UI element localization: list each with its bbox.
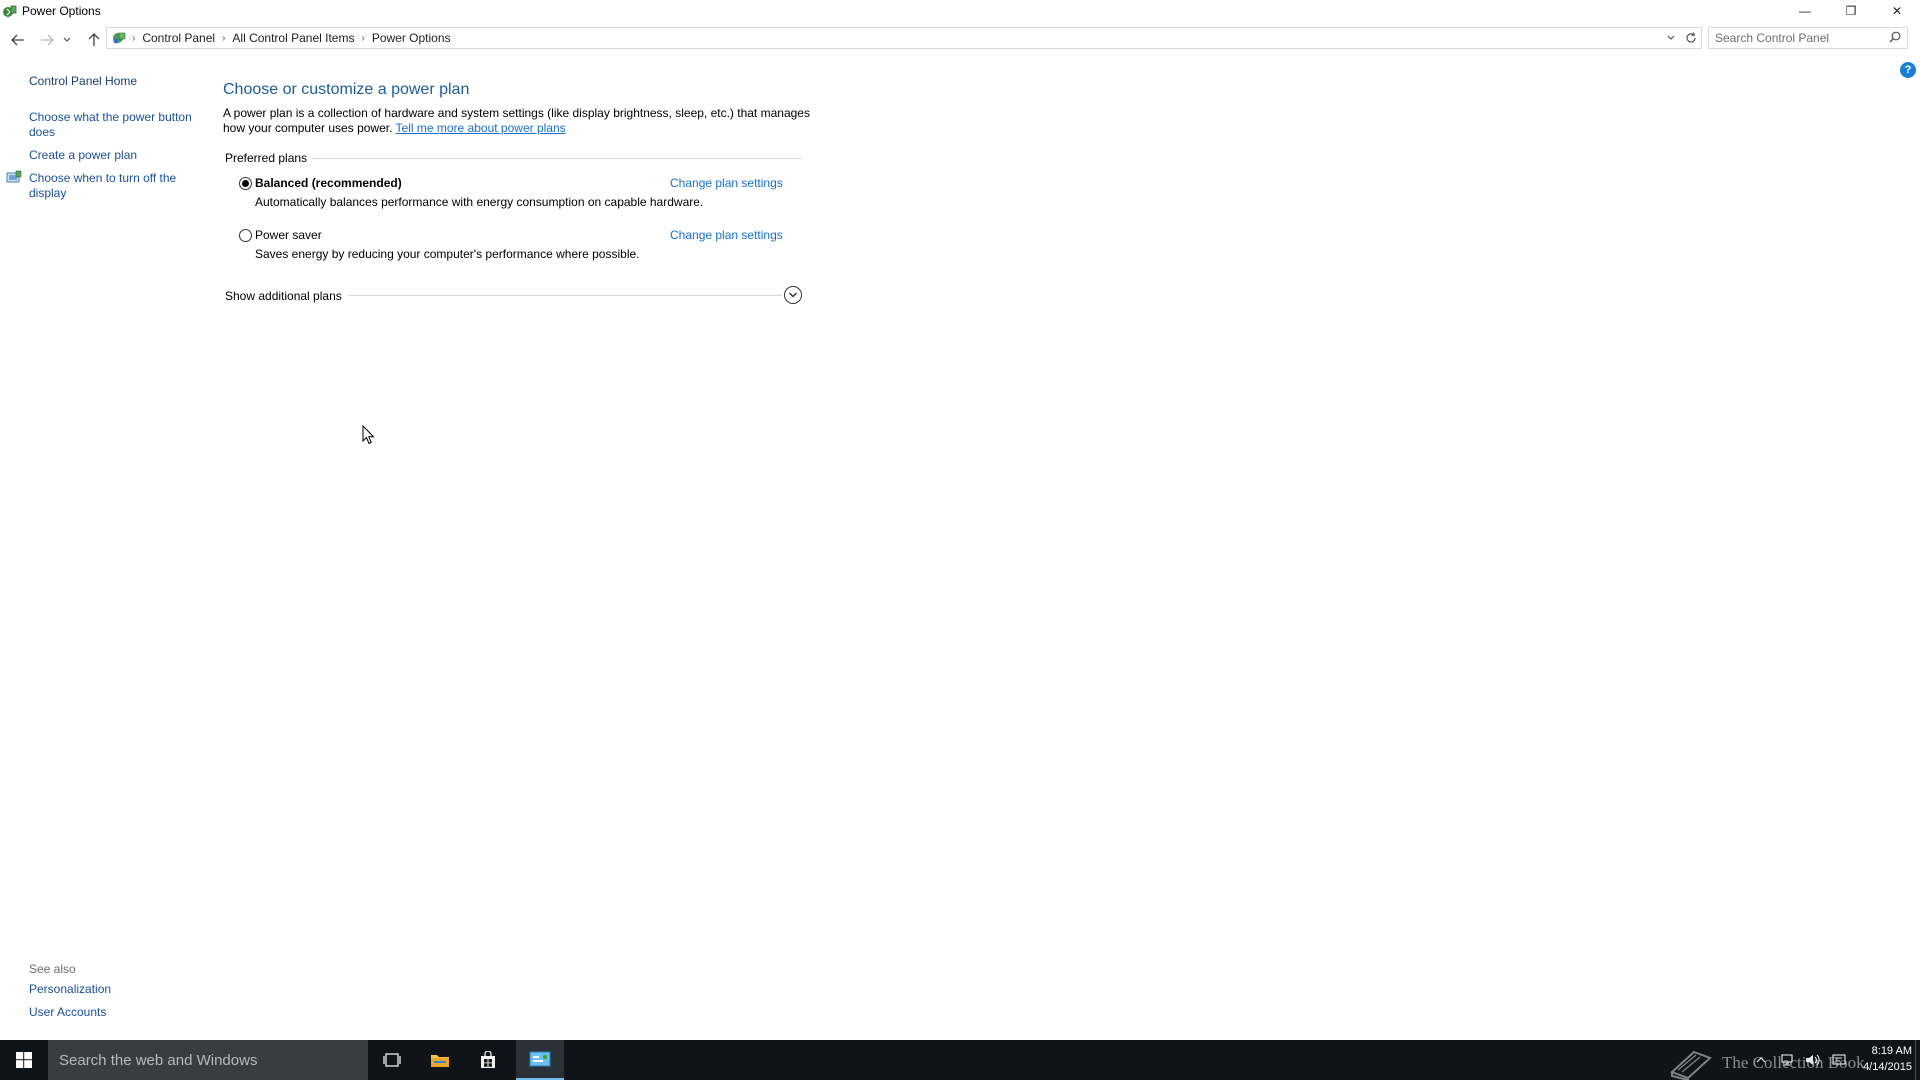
minimize-button[interactable]: — bbox=[1782, 0, 1828, 22]
control-panel-home-link[interactable]: Control Panel Home bbox=[29, 74, 199, 89]
file-explorer-icon[interactable] bbox=[416, 1040, 464, 1080]
book-watermark-icon bbox=[1670, 1050, 1712, 1080]
task-view-icon[interactable] bbox=[368, 1040, 416, 1080]
power-saver-plan-name[interactable]: Power saver bbox=[255, 228, 322, 242]
taskbar-search-placeholder[interactable]: Search the web and Windows bbox=[59, 1052, 257, 1069]
up-arrow-icon[interactable] bbox=[82, 28, 106, 52]
page-description: A power plan is a collection of hardware… bbox=[223, 106, 813, 136]
breadcrumb-separator[interactable]: › bbox=[358, 33, 367, 44]
balanced-plan-description: Automatically balances performance with … bbox=[255, 195, 704, 209]
taskbar-search-box[interactable]: Search the web and Windows bbox=[48, 1040, 368, 1080]
search-icon[interactable] bbox=[1889, 31, 1901, 46]
breadcrumb-separator[interactable]: › bbox=[219, 33, 228, 44]
expand-chevron-icon[interactable] bbox=[784, 286, 802, 304]
breadcrumb-all-items[interactable]: All Control Panel Items bbox=[228, 31, 358, 45]
power-saver-plan-description: Saves energy by reducing your computer's… bbox=[255, 247, 640, 261]
windows-logo-icon bbox=[16, 1052, 32, 1068]
personalization-link[interactable]: Personalization bbox=[29, 982, 199, 997]
volume-icon[interactable] bbox=[1800, 1040, 1826, 1080]
close-button[interactable]: ✕ bbox=[1874, 0, 1920, 22]
store-icon[interactable] bbox=[464, 1040, 512, 1080]
title-bar: Power Options — ❐ ✕ bbox=[0, 0, 1920, 22]
section-divider bbox=[312, 158, 802, 159]
forward-arrow-icon[interactable] bbox=[35, 28, 59, 52]
back-arrow-icon[interactable] bbox=[6, 28, 30, 52]
start-button[interactable] bbox=[0, 1040, 48, 1080]
breadcrumb-power-options[interactable]: Power Options bbox=[368, 31, 455, 45]
show-desktop-button[interactable] bbox=[1915, 1040, 1920, 1080]
display-settings-icon bbox=[6, 170, 22, 186]
display-off-timing-link[interactable]: Choose when to turn off the display bbox=[29, 171, 189, 201]
see-also-label: See also bbox=[29, 962, 76, 976]
power-saver-plan-radio[interactable] bbox=[239, 229, 252, 242]
taskbar-clock[interactable]: 8:19 AM 4/14/2015 bbox=[1852, 1043, 1912, 1075]
show-hidden-icons-chevron-icon[interactable] bbox=[1748, 1040, 1774, 1080]
window-title: Power Options bbox=[22, 4, 101, 18]
power-button-settings-link[interactable]: Choose what the power button does bbox=[29, 110, 199, 140]
create-power-plan-link[interactable]: Create a power plan bbox=[29, 148, 199, 163]
mouse-cursor-icon bbox=[362, 424, 376, 448]
clock-date: 4/14/2015 bbox=[1863, 1061, 1912, 1073]
show-additional-plans-label[interactable]: Show additional plans bbox=[225, 289, 348, 303]
restore-button[interactable]: ❐ bbox=[1828, 0, 1874, 22]
control-panel-taskbar-icon[interactable] bbox=[516, 1040, 564, 1080]
user-accounts-link[interactable]: User Accounts bbox=[29, 1005, 199, 1020]
preferred-plans-label: Preferred plans bbox=[225, 151, 314, 165]
refresh-icon[interactable] bbox=[1681, 28, 1701, 48]
balanced-change-plan-settings-link[interactable]: Change plan settings bbox=[670, 176, 783, 190]
address-bar[interactable]: › Control Panel › All Control Panel Item… bbox=[106, 27, 1702, 49]
power-options-icon bbox=[2, 3, 18, 19]
network-icon[interactable] bbox=[1774, 1040, 1800, 1080]
clock-time: 8:19 AM bbox=[1871, 1045, 1912, 1057]
breadcrumb-separator: › bbox=[132, 32, 136, 44]
system-tray bbox=[1748, 1040, 1852, 1080]
address-dropdown-chevron-icon[interactable] bbox=[1661, 28, 1681, 48]
taskbar: Search the web and Windows The Collectio… bbox=[0, 1040, 1920, 1080]
action-center-icon[interactable] bbox=[1826, 1040, 1852, 1080]
balanced-plan-name[interactable]: Balanced (recommended) bbox=[255, 176, 402, 190]
learn-more-link[interactable]: Tell me more about power plans bbox=[396, 121, 566, 135]
power-saver-change-plan-settings-link[interactable]: Change plan settings bbox=[670, 228, 783, 242]
control-panel-icon bbox=[109, 30, 129, 46]
recent-locations-chevron-icon[interactable] bbox=[60, 28, 74, 52]
balanced-plan-radio[interactable] bbox=[239, 177, 252, 190]
search-input[interactable] bbox=[1715, 31, 1875, 45]
search-control-panel-box[interactable] bbox=[1708, 27, 1908, 49]
additional-plans-divider bbox=[347, 295, 782, 296]
page-title: Choose or customize a power plan bbox=[223, 81, 470, 98]
breadcrumb-control-panel[interactable]: Control Panel bbox=[138, 31, 219, 45]
navigation-bar: › Control Panel › All Control Panel Item… bbox=[0, 26, 1920, 54]
help-icon[interactable]: ? bbox=[1900, 62, 1916, 78]
